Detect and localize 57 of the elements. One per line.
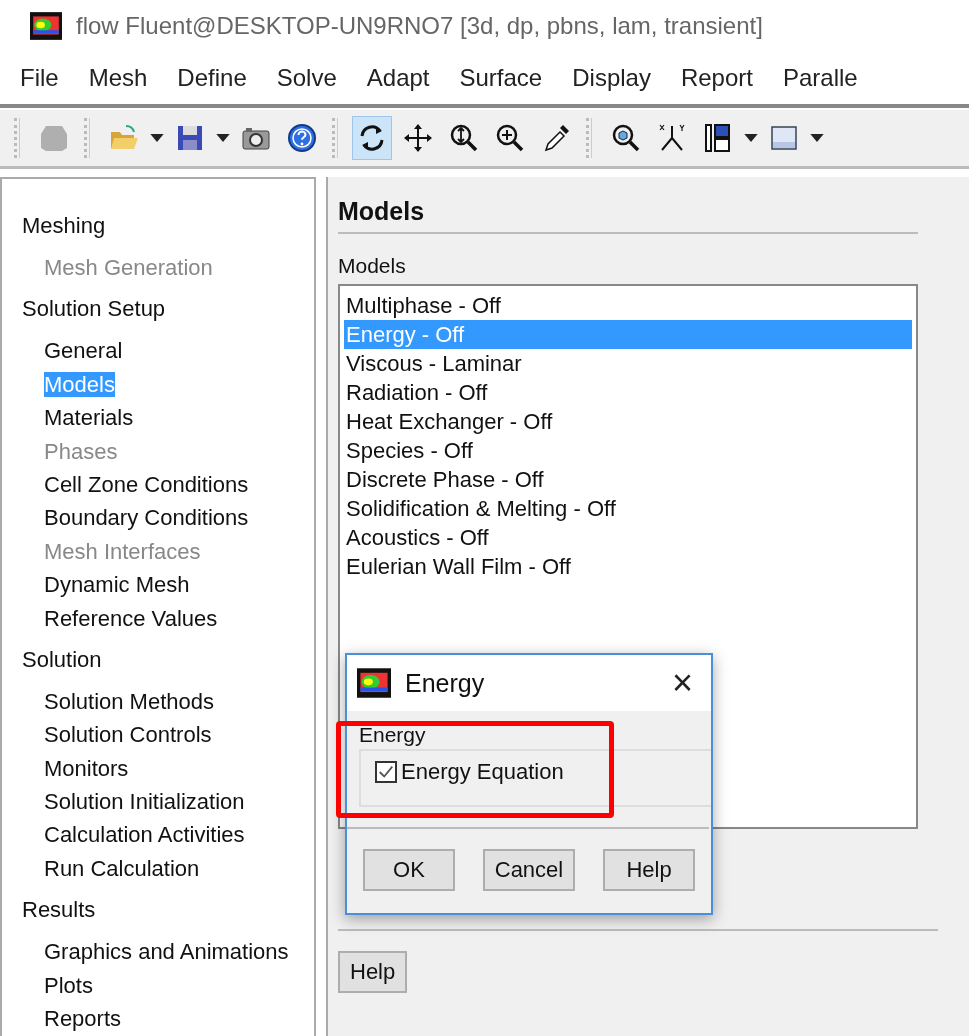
checkbox[interactable]	[375, 761, 397, 783]
help-button[interactable]: Help	[338, 951, 408, 993]
dialog-title: Energy	[405, 668, 486, 698]
menu-item[interactable]: File	[20, 64, 59, 92]
list-item[interactable]: Viscous - Laminar	[344, 349, 912, 378]
list-item[interactable]: Solidification & Melting - Off	[344, 494, 912, 523]
dropdown-caret-icon[interactable]	[810, 134, 824, 142]
tree-item[interactable]: Solution Initialization	[44, 789, 245, 815]
menu-item[interactable]: Adapt	[366, 64, 430, 92]
menu-item[interactable]: Report	[680, 64, 753, 92]
list-label: Models	[338, 254, 407, 278]
window-title: flow Fluent@DESKTOP-UN9RNO7 [3d, dp, pbns, lam, transient]	[76, 12, 763, 40]
tree-item[interactable]: Calculation Activities	[44, 822, 245, 848]
list-item[interactable]: Acoustics - Off	[344, 523, 912, 552]
tree-group-label[interactable]: Results	[22, 893, 96, 928]
tree-group-label[interactable]: Solution	[22, 642, 102, 677]
tree-item[interactable]: Reports	[44, 1006, 122, 1032]
tree-item[interactable]: Run Calculation	[44, 855, 200, 881]
list-item[interactable]: Multiphase - Off	[344, 291, 912, 320]
list-item[interactable]: Species - Off	[344, 436, 912, 465]
menu-item[interactable]: Paralle	[782, 64, 858, 92]
tree-item[interactable]: Graphics and Animations	[44, 939, 289, 965]
tree-group-label[interactable]: Solution Setup	[22, 292, 166, 327]
tree-item[interactable]: Dynamic Mesh	[44, 572, 190, 598]
checkmark-icon	[377, 763, 395, 781]
menu-item[interactable]: Solve	[276, 64, 337, 92]
list-item[interactable]: Eulerian Wall Film - Off	[344, 552, 912, 581]
dialog-button[interactable]: OK	[363, 849, 455, 891]
tree-item[interactable]: Reference Values	[44, 605, 218, 631]
list-item[interactable]: Discrete Phase - Off	[344, 465, 912, 494]
menu-item[interactable]: Surface	[459, 64, 543, 92]
dropdown-caret-icon[interactable]	[744, 134, 758, 142]
checkbox-label[interactable]: Energy Equation	[401, 759, 564, 785]
tree-item[interactable]: Cell Zone Conditions	[44, 471, 249, 497]
rotate-icon[interactable]	[352, 116, 392, 160]
close-button[interactable]: ×	[663, 665, 701, 701]
menu-item[interactable]: Define	[177, 64, 247, 92]
dropdown-caret-icon[interactable]	[216, 134, 230, 142]
menu-item[interactable]: Mesh	[88, 64, 148, 92]
list-item[interactable]: Heat Exchanger - Off	[344, 407, 912, 436]
dialog-button[interactable]: Cancel	[483, 849, 575, 891]
app-logo-icon	[30, 12, 62, 40]
tree-item[interactable]: Solution Controls	[44, 722, 212, 748]
menu-item[interactable]: Display	[572, 64, 651, 92]
panel-title: Models	[338, 197, 918, 234]
tree-item[interactable]: Materials	[44, 405, 134, 431]
tree-group-label[interactable]: Meshing	[22, 209, 106, 243]
dialog-button[interactable]: Help	[603, 849, 695, 891]
tree-item[interactable]: Solution Methods	[44, 688, 214, 714]
tree-item[interactable]: Monitors	[44, 755, 129, 781]
dropdown-caret-icon[interactable]	[150, 134, 164, 142]
tree-item[interactable]: General	[44, 338, 123, 364]
app-logo-icon	[357, 668, 391, 698]
tree-item[interactable]: Boundary Conditions	[44, 505, 249, 531]
tree-item[interactable]: Plots	[44, 972, 93, 998]
group-label: Energy	[359, 723, 427, 747]
list-item[interactable]: Radiation - Off	[344, 378, 912, 407]
